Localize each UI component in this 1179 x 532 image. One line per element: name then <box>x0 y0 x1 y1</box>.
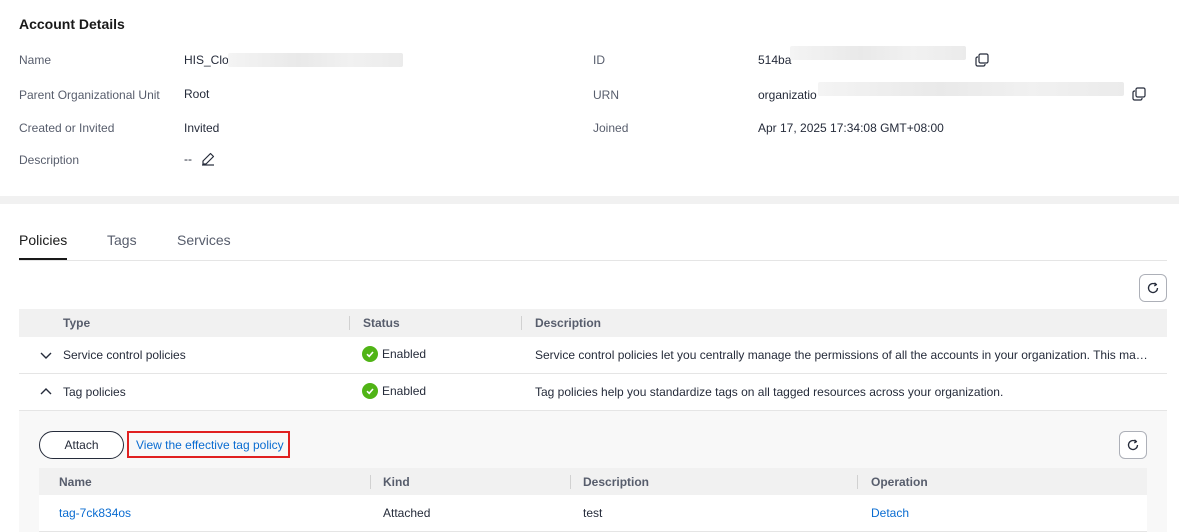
description-label: Description <box>19 153 80 167</box>
col-separator <box>370 475 371 489</box>
refresh-attached-button[interactable] <box>1119 431 1147 459</box>
col-kind: Kind <box>383 475 410 489</box>
section-divider <box>0 196 1179 204</box>
created-value: Invited <box>184 121 220 135</box>
col-separator <box>570 475 571 489</box>
chevron-up-icon[interactable] <box>39 385 53 399</box>
attach-button[interactable]: Attach <box>39 431 124 459</box>
table-row: tag-7ck834os Attached test Detach <box>39 495 1147 532</box>
redacted-urn <box>818 82 1124 96</box>
table-row: Tag policies Enabled Tag policies help y… <box>19 374 1167 411</box>
col-description: Description <box>535 316 602 330</box>
col-separator <box>857 475 858 489</box>
col-operation: Operation <box>871 475 928 489</box>
policy-name-link[interactable]: tag-7ck834os <box>59 506 131 520</box>
description-value: -- <box>184 152 192 166</box>
urn-label: URN <box>593 88 619 102</box>
created-label: Created or Invited <box>19 121 115 135</box>
section-title: Account Details <box>19 16 125 32</box>
tab-tags[interactable]: Tags <box>107 232 137 248</box>
detach-link[interactable]: Detach <box>871 506 909 520</box>
policy-description: Service control policies let you central… <box>535 348 1148 362</box>
id-value: 514ba <box>758 53 792 67</box>
refresh-policies-button[interactable] <box>1139 274 1167 302</box>
copy-id-icon[interactable] <box>975 53 989 67</box>
view-effective-tag-policy-link[interactable]: View the effective tag policy <box>127 431 290 458</box>
status-badge: Enabled <box>362 346 426 362</box>
attached-policies-header: Name Kind Description Operation <box>39 468 1147 495</box>
joined-value: Apr 17, 2025 17:34:08 GMT+08:00 <box>758 121 944 135</box>
policy-description: Tag policies help you standardize tags o… <box>535 385 1004 399</box>
check-circle-icon <box>362 383 378 399</box>
policy-type: Service control policies <box>63 348 186 362</box>
urn-value: organizatio <box>758 88 817 102</box>
id-label: ID <box>593 53 605 67</box>
col-separator <box>521 316 522 330</box>
name-label: Name <box>19 53 52 67</box>
copy-urn-icon[interactable] <box>1132 87 1146 101</box>
tab-policies[interactable]: Policies <box>19 232 67 248</box>
status-badge: Enabled <box>362 383 426 399</box>
check-circle-icon <box>362 346 378 362</box>
parent-ou-label: Parent Organizational Unit <box>19 88 160 102</box>
refresh-icon <box>1127 439 1139 451</box>
table-row: Service control policies Enabled Service… <box>19 337 1167 374</box>
account-details-card: Account Details Name HIS_Clo ID 514ba Pa… <box>0 0 1179 196</box>
policy-description: test <box>583 506 603 520</box>
tab-services[interactable]: Services <box>177 232 231 248</box>
refresh-icon <box>1147 282 1159 294</box>
name-value: HIS_Clo <box>184 53 229 67</box>
chevron-down-icon[interactable] <box>39 348 53 362</box>
active-tab-indicator <box>19 258 67 260</box>
redacted-id <box>790 46 966 60</box>
detail-tabs: Policies Tags Services <box>19 222 1167 261</box>
col-status: Status <box>363 316 400 330</box>
col-description: Description <box>583 475 650 489</box>
col-type: Type <box>63 316 91 330</box>
tag-policies-expanded-panel: Attach View the effective tag policy Nam… <box>19 411 1167 532</box>
parent-ou-value: Root <box>184 87 210 101</box>
col-separator <box>349 316 350 330</box>
col-name: Name <box>59 475 92 489</box>
policies-table-header: Type Status Description <box>19 309 1167 337</box>
status-text: Enabled <box>382 347 427 361</box>
joined-label: Joined <box>593 121 629 135</box>
policy-kind: Attached <box>383 506 431 520</box>
status-text: Enabled <box>382 384 427 398</box>
policy-type: Tag policies <box>63 385 126 399</box>
redacted-name <box>228 53 403 67</box>
edit-description-icon[interactable] <box>201 152 215 166</box>
